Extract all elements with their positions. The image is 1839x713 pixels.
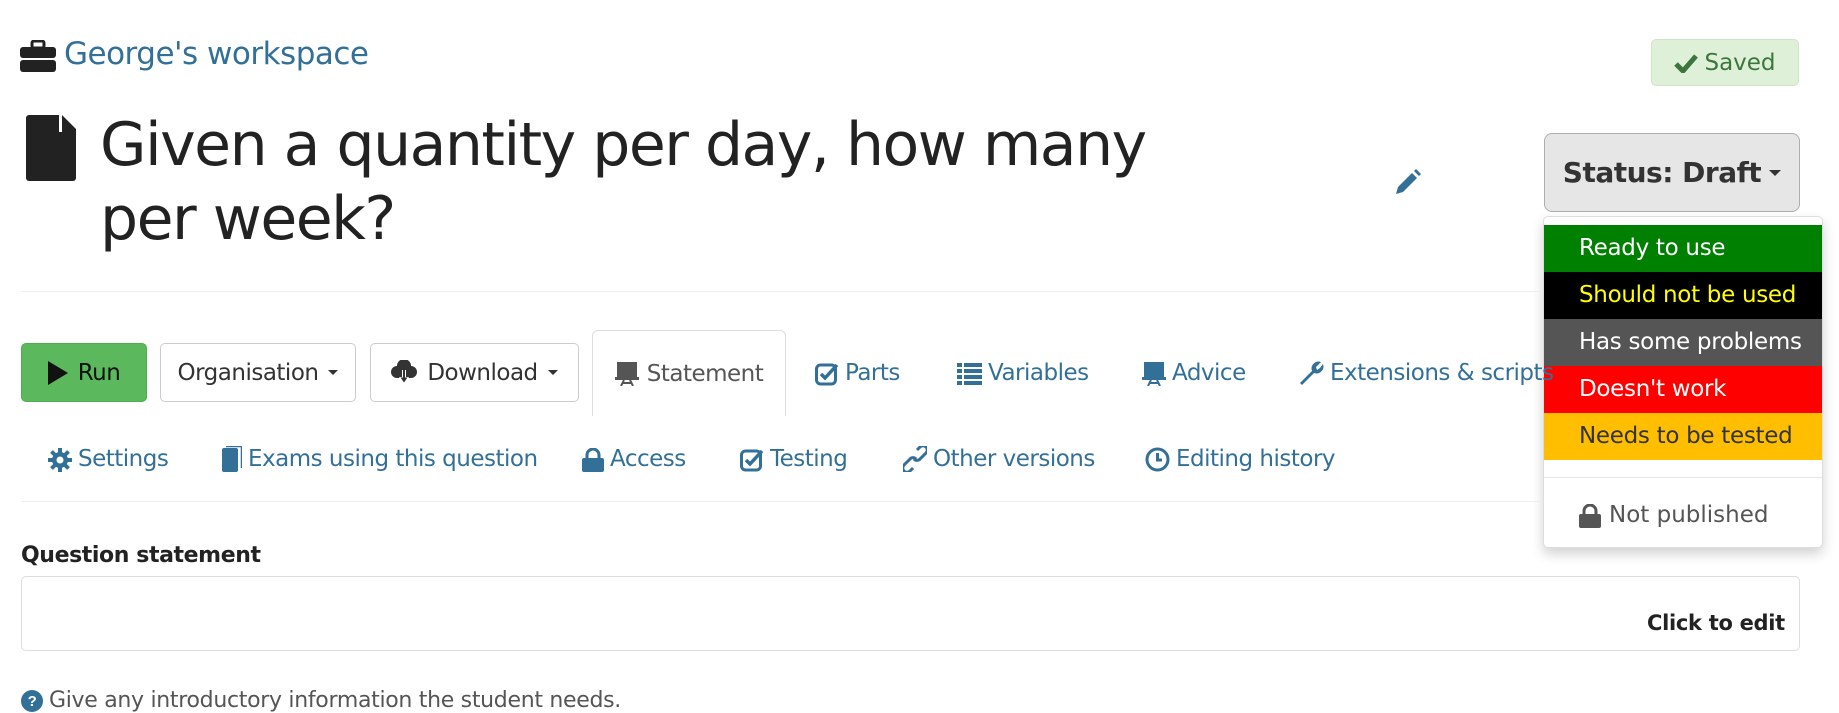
download-dropdown-button[interactable]: Download — [370, 343, 579, 402]
tab-label: Other versions — [933, 446, 1095, 472]
tab-label: Access — [610, 446, 686, 472]
tab-label: Parts — [845, 360, 900, 386]
saved-status-badge: Saved — [1651, 39, 1799, 86]
play-icon — [47, 360, 68, 386]
tab-label: Variables — [988, 360, 1089, 386]
cloud-download-icon — [391, 359, 418, 386]
help-circle-icon: ? — [21, 688, 43, 713]
saved-label: Saved — [1704, 49, 1776, 76]
presentation-board-icon — [614, 361, 639, 387]
check-square-icon — [740, 446, 764, 472]
tab-label: Testing — [770, 446, 848, 472]
tab-parts[interactable]: Parts — [815, 355, 900, 391]
briefcase-icon — [20, 36, 56, 72]
status-dropdown-menu: Ready to use Should not be used Has some… — [1543, 216, 1823, 548]
workspace-label: George's workspace — [64, 36, 369, 72]
tab-statement[interactable]: Statement — [592, 330, 786, 416]
tab-advice[interactable]: Advice — [1142, 355, 1246, 391]
tab-label: Editing history — [1176, 446, 1336, 472]
link-icon — [903, 446, 927, 473]
help-label: Give any introductory information the st… — [49, 688, 621, 713]
tab-testing[interactable]: Testing — [740, 441, 848, 477]
caret-down-icon — [1769, 169, 1782, 176]
lock-icon — [1579, 490, 1601, 540]
tab-settings[interactable]: Settings — [48, 441, 169, 477]
download-label: Download — [427, 359, 538, 386]
organisation-label: Organisation — [177, 359, 319, 386]
book-icon — [222, 446, 242, 473]
question-title: Given a quantity per day, how many per w… — [100, 110, 1147, 254]
status-option-needs-testing[interactable]: Needs to be tested — [1544, 413, 1822, 460]
status-dropdown-button[interactable]: Status: Draft — [1544, 133, 1800, 212]
dropdown-divider — [1544, 477, 1822, 478]
not-published-item[interactable]: Not published — [1544, 490, 1822, 540]
tab-label: Advice — [1172, 360, 1246, 386]
tabs-divider — [21, 501, 1541, 502]
tab-extensions-scripts[interactable]: Extensions & scripts — [1298, 355, 1554, 391]
help-text: ? Give any introductory information the … — [21, 688, 621, 713]
title-divider — [21, 291, 1541, 292]
tab-exams-using-question[interactable]: Exams using this question — [222, 441, 538, 477]
tab-label: Settings — [78, 446, 169, 472]
edit-title-pencil-icon[interactable] — [1392, 168, 1422, 198]
status-option-should-not-use[interactable]: Should not be used — [1544, 272, 1822, 319]
status-option-ready[interactable]: Ready to use — [1544, 225, 1822, 272]
tab-label: Exams using this question — [248, 446, 538, 472]
file-icon — [26, 115, 76, 181]
check-icon — [1674, 50, 1699, 76]
organisation-dropdown-button[interactable]: Organisation — [160, 343, 356, 402]
run-button[interactable]: Run — [21, 343, 147, 402]
status-label: Status: Draft — [1562, 156, 1762, 189]
tab-label: Extensions & scripts — [1330, 360, 1554, 386]
clock-icon — [1145, 446, 1170, 472]
workspace-link[interactable]: George's workspace — [20, 36, 369, 72]
click-to-edit-hint[interactable]: Click to edit — [1647, 611, 1785, 635]
question-statement-editor[interactable] — [21, 576, 1800, 651]
caret-down-icon — [547, 370, 558, 375]
lock-icon — [582, 446, 604, 472]
status-option-doesnt-work[interactable]: Doesn't work — [1544, 366, 1822, 413]
gear-icon — [48, 446, 72, 472]
caret-down-icon — [328, 370, 339, 375]
tab-other-versions[interactable]: Other versions — [903, 441, 1095, 477]
svg-text:?: ? — [28, 693, 37, 710]
status-option-problems[interactable]: Has some problems — [1544, 319, 1822, 366]
list-icon — [957, 360, 982, 386]
wrench-icon — [1298, 360, 1324, 387]
check-square-icon — [815, 360, 839, 386]
question-statement-label: Question statement — [21, 543, 261, 568]
tab-variables[interactable]: Variables — [957, 355, 1089, 391]
tab-editing-history[interactable]: Editing history — [1145, 441, 1336, 477]
not-published-label: Not published — [1609, 502, 1769, 528]
tab-label: Statement — [646, 360, 764, 387]
run-label: Run — [77, 359, 121, 386]
presentation-board-icon — [1142, 360, 1166, 386]
tab-access[interactable]: Access — [582, 441, 686, 477]
